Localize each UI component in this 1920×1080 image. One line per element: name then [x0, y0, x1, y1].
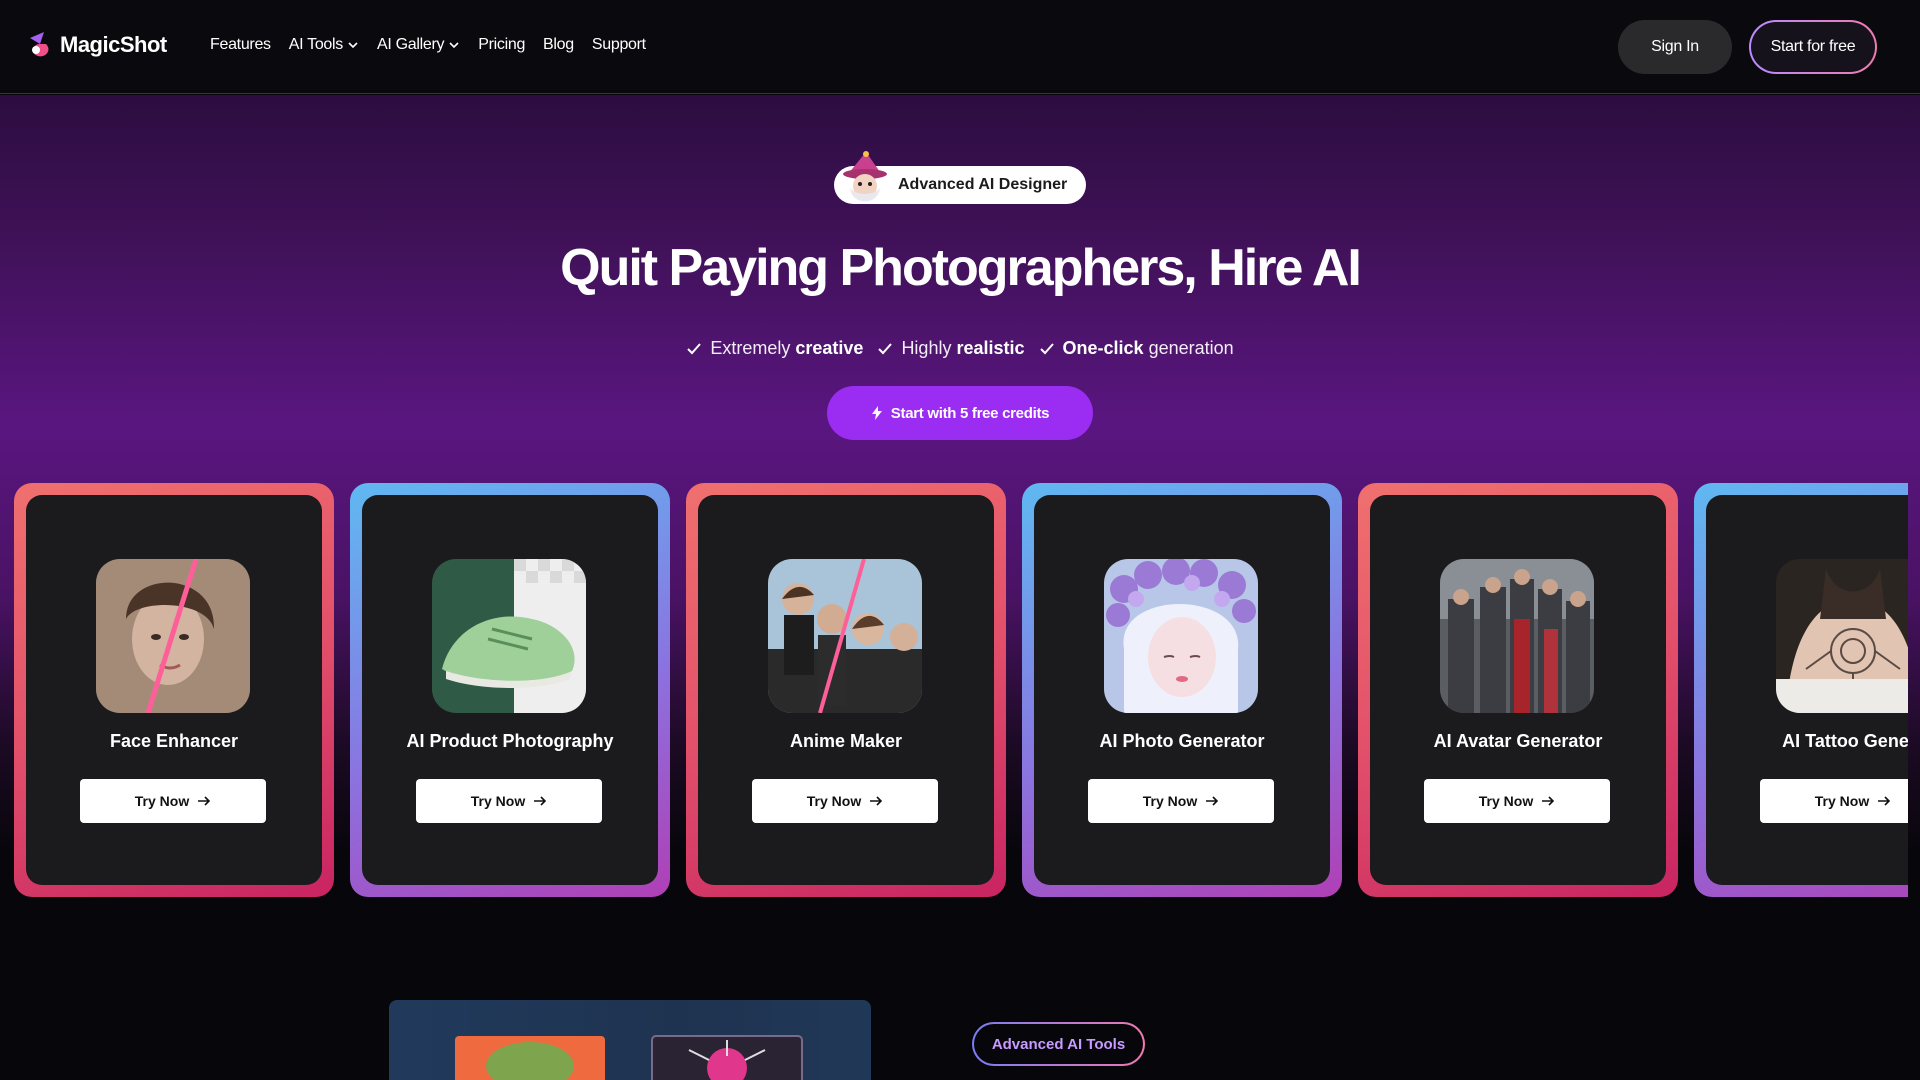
start-with-free-credits-button[interactable]: Start with 5 free credits	[827, 386, 1093, 440]
try-now-label: Try Now	[1814, 793, 1870, 809]
card-title: AI Product Photography	[406, 731, 614, 751]
feature-prefix: Extremely	[710, 338, 796, 358]
badge-label: Advanced AI Designer	[898, 176, 1068, 193]
try-now-label: Try Now	[470, 793, 526, 809]
top-nav: MagicShot Features AI Tools AI Gallery P…	[0, 0, 1920, 94]
nav-link-support[interactable]: Support	[592, 36, 646, 54]
nav-link-label: Features	[210, 36, 271, 53]
try-now-button[interactable]: Try Now	[752, 779, 938, 823]
feature-item: Highly realistic	[877, 338, 1025, 359]
feature-text: Extremely creative	[710, 338, 863, 359]
tool-card-ai-avatar-generator[interactable]: AI Avatar Generator Try Now	[1358, 483, 1678, 897]
brand-name: MagicShot	[60, 32, 167, 57]
card-title: Face Enhancer	[109, 731, 239, 751]
arrow-right-icon	[534, 796, 547, 806]
lightning-icon	[871, 406, 882, 420]
nav-link-pricing[interactable]: Pricing	[478, 36, 525, 54]
arrow-right-icon	[198, 796, 211, 806]
magicshot-logo-icon	[30, 32, 49, 57]
logo[interactable]: MagicShot	[26, 30, 167, 60]
tool-card-ai-photo-generator[interactable]: AI Photo Generator Try Now	[1022, 483, 1342, 897]
nav-link-label: Pricing	[478, 36, 526, 53]
try-now-button[interactable]: Try Now	[416, 779, 602, 823]
nav-link-blog[interactable]: Blog	[543, 36, 574, 54]
card-body: AI Tattoo Genera Try Now	[1706, 495, 1908, 885]
cta-label: Start with 5 free credits	[890, 404, 1050, 422]
start-for-free-button[interactable]: Start for free	[1749, 20, 1877, 74]
nav-link-ai-tools[interactable]: AI Tools	[289, 36, 359, 54]
try-now-button[interactable]: Try Now	[80, 779, 266, 823]
try-now-label: Try Now	[1478, 793, 1534, 809]
try-now-button[interactable]: Try Now	[1760, 779, 1908, 823]
try-now-button[interactable]: Try Now	[1424, 779, 1610, 823]
arrow-right-icon	[870, 796, 883, 806]
nav-link-features[interactable]: Features	[210, 36, 271, 54]
nav-link-label: AI Gallery	[376, 36, 445, 53]
tool-cards-carousel: Face Enhancer Try Now AI Product Photogr…	[14, 483, 1908, 897]
try-now-button[interactable]: Try Now	[1088, 779, 1274, 823]
check-icon	[1039, 342, 1054, 354]
nav-link-label: Blog	[543, 36, 574, 53]
tools-preview-image	[389, 1000, 871, 1080]
feature-item: Extremely creative	[686, 338, 863, 359]
feature-item: One-click generation	[1039, 338, 1234, 359]
card-title: AI Photo Generator	[1099, 731, 1265, 751]
wizard-mascot-icon	[843, 151, 887, 202]
card-title: AI Avatar Generator	[1433, 731, 1603, 751]
tool-card-face-enhancer[interactable]: Face Enhancer Try Now	[14, 483, 334, 897]
feature-text: Highly realistic	[901, 338, 1024, 359]
nav-link-ai-gallery[interactable]: AI Gallery	[377, 36, 460, 54]
feature-bold: realistic	[956, 338, 1025, 358]
tool-card-ai-tattoo-generator[interactable]: AI Tattoo Genera Try Now	[1694, 483, 1908, 897]
card-body: Face Enhancer Try Now	[26, 495, 322, 885]
feature-bold: creative	[795, 338, 864, 358]
face-enhancer-thumbnail	[96, 559, 250, 713]
check-icon	[687, 342, 702, 354]
tool-card-anime-maker[interactable]: Anime Maker Try Now	[686, 483, 1006, 897]
try-now-label: Try Now	[806, 793, 862, 809]
hero-headline: Quit Paying Photographers, Hire AI	[560, 239, 1362, 297]
feature-list: Extremely creative Highly realistic One-…	[0, 338, 1920, 359]
card-body: Anime Maker Try Now	[698, 495, 994, 885]
feature-suffix: generation	[1143, 338, 1234, 358]
arrow-right-icon	[1542, 796, 1555, 806]
card-body: AI Product Photography Try Now	[362, 495, 658, 885]
nav-link-label: AI Tools	[288, 36, 344, 53]
avatar-generator-thumbnail	[1440, 559, 1594, 713]
preview-artwork	[455, 1035, 803, 1080]
try-now-label: Try Now	[134, 793, 190, 809]
product-photography-thumbnail	[432, 559, 586, 713]
feature-prefix: Highly	[901, 338, 957, 358]
card-body: AI Avatar Generator Try Now	[1370, 495, 1666, 885]
try-now-label: Try Now	[1142, 793, 1198, 809]
tattoo-generator-thumbnail	[1776, 559, 1908, 713]
chevron-down-icon	[449, 42, 459, 49]
nav-link-label: Support	[591, 36, 646, 53]
chevron-down-icon	[348, 42, 358, 49]
check-icon	[878, 342, 893, 354]
card-body: AI Photo Generator Try Now	[1034, 495, 1330, 885]
card-title: AI Tattoo Genera	[1782, 731, 1908, 751]
advanced-ai-tools-pill: Advanced AI Tools	[972, 1022, 1145, 1066]
sign-in-button[interactable]: Sign In	[1618, 20, 1732, 74]
feature-text: One-click generation	[1063, 338, 1234, 359]
anime-maker-thumbnail	[768, 559, 922, 713]
photo-generator-thumbnail	[1104, 559, 1258, 713]
arrow-right-icon	[1206, 796, 1219, 806]
card-title: Anime Maker	[789, 731, 903, 751]
tool-card-ai-product-photography[interactable]: AI Product Photography Try Now	[350, 483, 670, 897]
feature-bold: One-click	[1062, 338, 1144, 358]
arrow-right-icon	[1878, 796, 1891, 806]
nav-links: Features AI Tools AI Gallery Pricing Blo…	[210, 36, 646, 54]
